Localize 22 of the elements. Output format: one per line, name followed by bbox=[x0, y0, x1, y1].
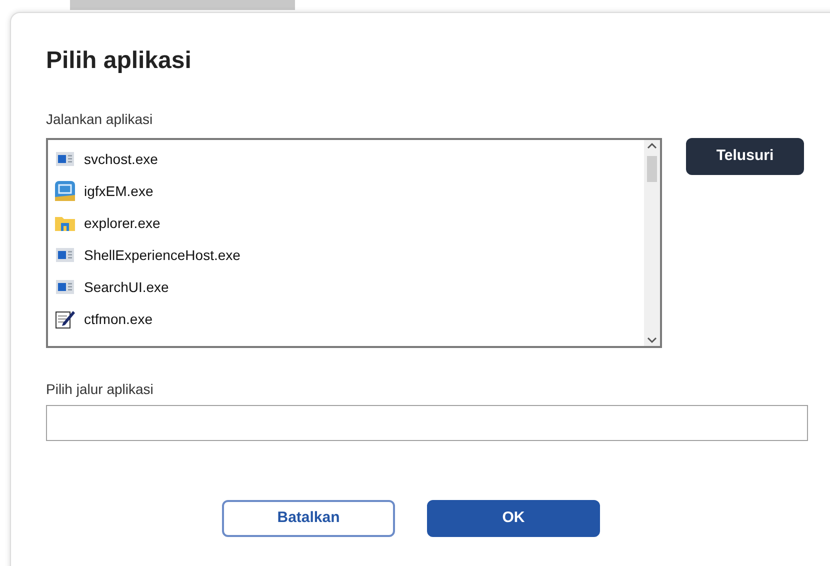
ok-button[interactable]: OK bbox=[427, 500, 600, 537]
application-list-item[interactable]: igfxEM.exe bbox=[54, 175, 644, 207]
application-list-item[interactable]: svchost.exe bbox=[54, 143, 644, 175]
window-icon bbox=[56, 280, 74, 294]
cancel-button[interactable]: Batalkan bbox=[222, 500, 395, 537]
monitor-icon bbox=[55, 181, 75, 201]
folder-icon bbox=[55, 215, 75, 231]
path-input-field[interactable] bbox=[46, 405, 808, 441]
application-list[interactable]: svchost.exe igfxEM.exe explorer.exe ShellExperienceHost.exe SearchUI.exe ctfmon.exe bbox=[46, 138, 662, 348]
notepad-pen-icon bbox=[55, 309, 75, 329]
application-list-item[interactable]: explorer.exe bbox=[54, 207, 644, 239]
scrollbar[interactable] bbox=[644, 140, 660, 346]
browse-button[interactable]: Telusuri bbox=[686, 138, 804, 175]
application-list-item[interactable]: SearchUI.exe bbox=[54, 271, 644, 303]
scrollbar-thumb[interactable] bbox=[647, 156, 657, 182]
application-list-item[interactable]: ctfmon.exe bbox=[54, 303, 644, 335]
field-label: Jalankan aplikasi bbox=[46, 110, 154, 128]
window-icon bbox=[56, 248, 74, 262]
field-label: Pilih jalur aplikasi bbox=[46, 380, 154, 398]
application-list-item[interactable]: ShellExperienceHost.exe bbox=[54, 239, 644, 271]
window-icon bbox=[56, 152, 74, 166]
dialog-title: Pilih aplikasi bbox=[46, 46, 192, 76]
